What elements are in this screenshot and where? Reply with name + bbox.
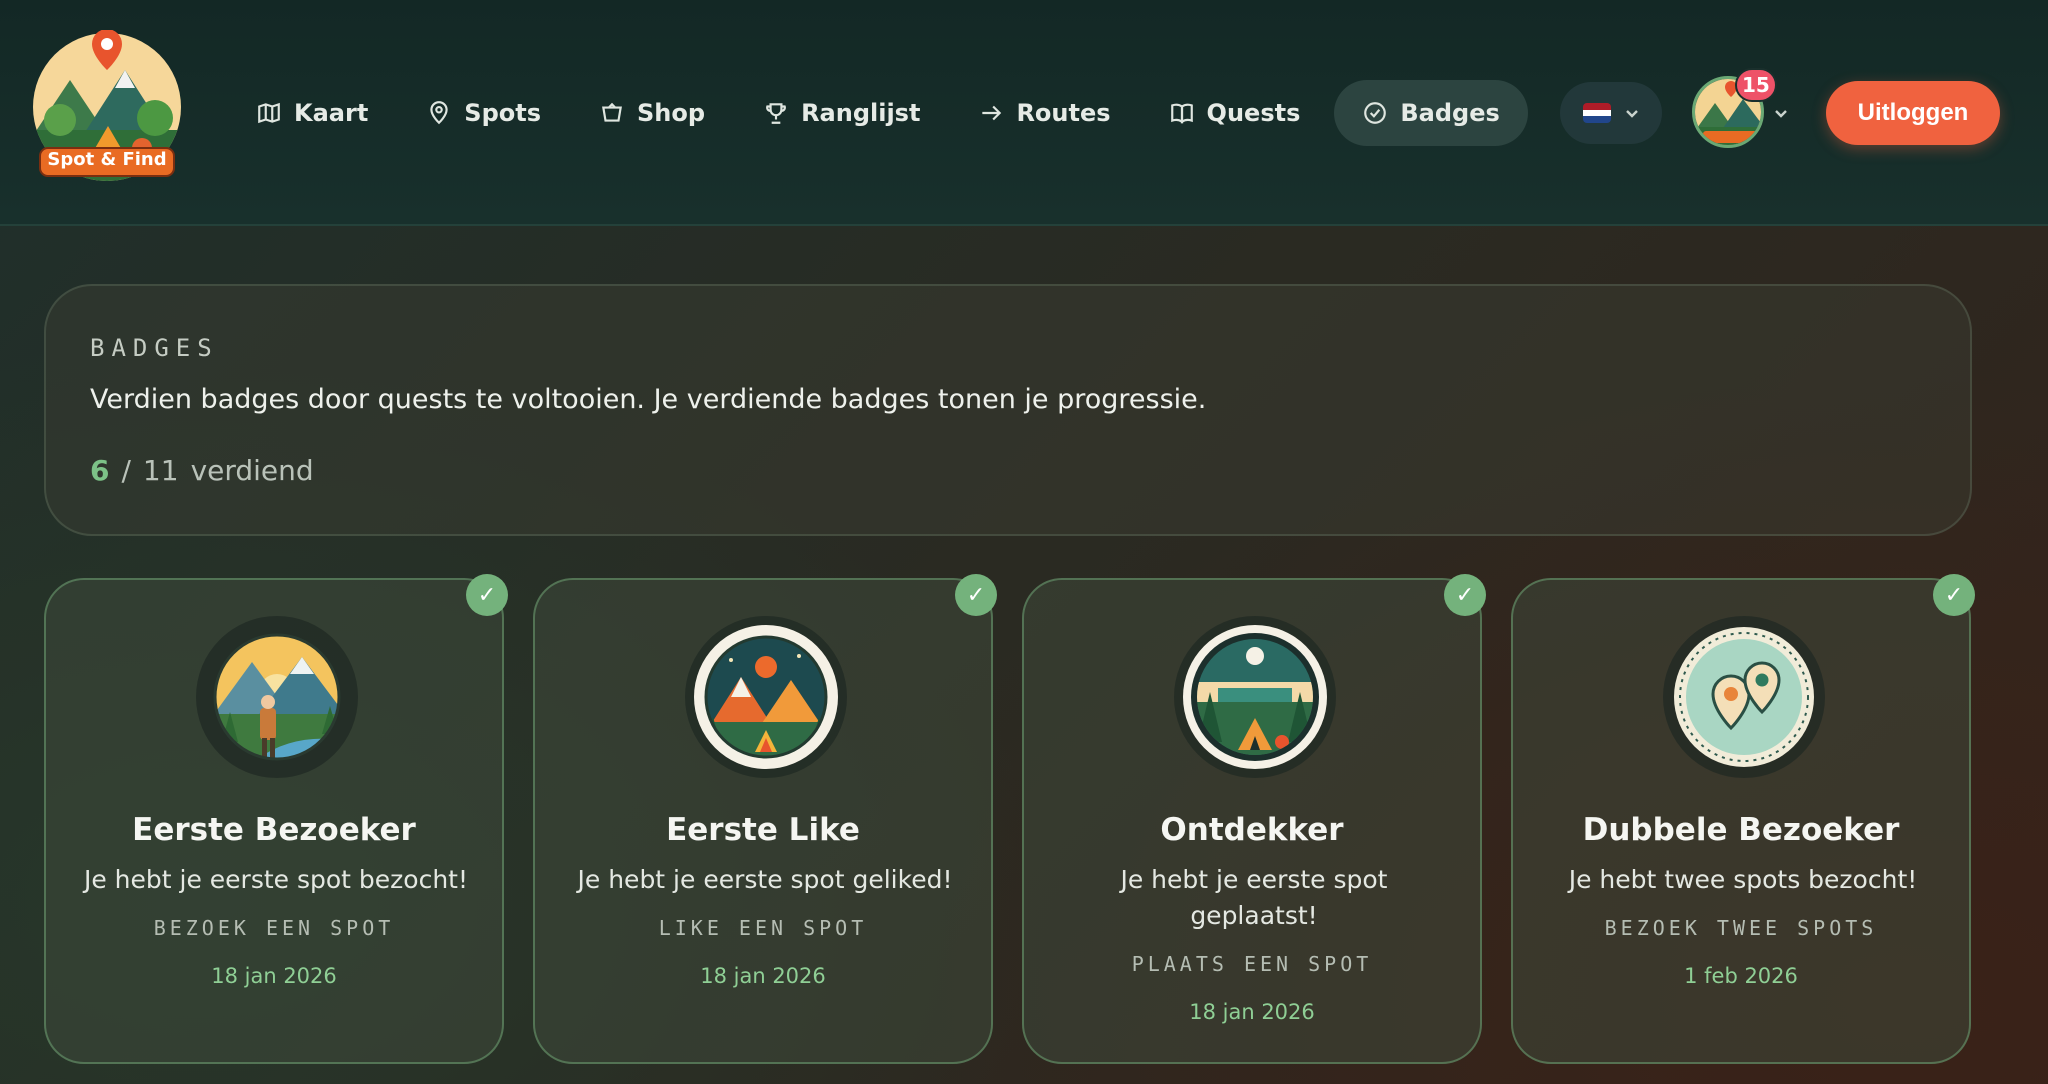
total-count: 11 xyxy=(142,454,179,487)
earned-count: 6 xyxy=(90,454,110,487)
badge-card-ontdekker[interactable]: ✓ Ontdekker Je hebt je eerste spot gepla… xyxy=(1022,574,1486,1064)
pin-icon xyxy=(430,101,448,125)
earned-check-icon: ✓ xyxy=(955,574,997,616)
badge-requirement: LIKE EEN SPOT xyxy=(658,916,868,940)
badge-requirement: PLAATS EEN SPOT xyxy=(1131,952,1373,976)
badge-tent-icon xyxy=(1174,616,1336,778)
badge-hiker-icon xyxy=(196,616,358,778)
chevron-down-icon xyxy=(1775,110,1787,118)
badge-card-eerste-like[interactable]: ✓ Eerste Like Je hebt je eerste spot gel… xyxy=(533,574,997,1064)
badge-title: Ontdekker xyxy=(1160,812,1344,848)
badges-intro-panel: BADGES Verdien badges door quests te vol… xyxy=(44,284,1972,536)
badge-description: Je hebt je eerste spot bezocht! xyxy=(83,865,469,894)
main-navigation: Kaart Spots Shop Ranglijst Routes Quests… xyxy=(232,80,1538,146)
user-menu[interactable]: 15 xyxy=(1692,68,1792,150)
nav-label: Badges xyxy=(1400,99,1500,127)
earned-counter: 6 / 11 verdiend xyxy=(90,454,314,487)
earned-check-icon: ✓ xyxy=(466,574,508,616)
count-separator: / xyxy=(121,454,131,487)
earned-check-icon: ✓ xyxy=(1444,574,1486,616)
badge-title: Dubbele Bezoeker xyxy=(1582,812,1900,848)
badge-description: Je hebt twee spots bezocht! xyxy=(1568,865,1918,894)
badge-title: Eerste Like xyxy=(666,812,860,848)
nav-item-quests[interactable]: Quests xyxy=(1145,80,1325,146)
nav-label: Quests xyxy=(1206,99,1301,127)
logo-text: Spot & Find xyxy=(47,149,167,170)
nav-label: Routes xyxy=(1016,99,1111,127)
nav-label: Shop xyxy=(637,99,706,127)
badge-date: 18 jan 2026 xyxy=(1189,1000,1315,1024)
badge-card-dubbele-bezoeker[interactable]: ✓ Dubbele Bezoeker Je hebt twee spots be… xyxy=(1511,574,1975,1064)
nav-item-badges[interactable]: Badges xyxy=(1334,80,1528,146)
nav-label: Kaart xyxy=(294,99,369,127)
badge-double-pin-icon xyxy=(1663,616,1825,778)
badge-date: 18 jan 2026 xyxy=(700,964,826,988)
badge-card-eerste-bezoeker[interactable]: ✓ Eerste Bezoeker Je hebt je eerste spot… xyxy=(44,574,508,1064)
nav-item-kaart[interactable]: Kaart xyxy=(232,80,392,146)
nav-item-ranglijst[interactable]: Ranglijst xyxy=(739,80,944,146)
page-title: BADGES xyxy=(90,334,219,362)
netherlands-flag-icon xyxy=(1583,103,1611,123)
badge-description: Je hebt je eerste spot geliked! xyxy=(577,865,953,894)
trophy-icon xyxy=(766,103,786,124)
check-circle-icon xyxy=(1364,102,1387,124)
logout-button[interactable]: Uitloggen xyxy=(1826,81,2000,145)
earned-check-icon: ✓ xyxy=(1933,574,1975,616)
badge-grid: ✓ Eerste Bezoeker Je hebt je eerste spot… xyxy=(44,574,1975,1064)
nav-item-spots[interactable]: Spots xyxy=(402,80,565,146)
language-selector[interactable] xyxy=(1560,82,1662,144)
top-nav-bar: Spot & Find Kaart Spots Shop Ranglijst R… xyxy=(0,0,2048,226)
map-icon xyxy=(258,102,280,124)
nav-label: Spots xyxy=(464,99,542,127)
notification-badge: 15 xyxy=(1735,68,1777,102)
nav-item-shop[interactable]: Shop xyxy=(575,80,729,146)
basket-icon xyxy=(602,102,622,122)
earned-suffix: verdiend xyxy=(190,454,314,487)
nav-item-routes[interactable]: Routes xyxy=(954,80,1134,146)
page-description: Verdien badges door quests te voltooien.… xyxy=(90,384,1207,415)
badge-description: Je hebt je eerste spot geplaatst! xyxy=(1120,865,1388,930)
nav-label: Ranglijst xyxy=(801,99,921,127)
badge-date: 18 jan 2026 xyxy=(211,964,337,988)
badge-campfire-icon xyxy=(685,616,847,778)
spot-and-find-logo[interactable]: Spot & Find xyxy=(30,29,184,184)
chevron-down-icon xyxy=(1626,110,1638,118)
badge-date: 1 feb 2026 xyxy=(1684,964,1798,988)
arrow-right-icon xyxy=(982,105,1002,121)
book-icon xyxy=(1170,103,1193,124)
badge-requirement: BEZOEK TWEE SPOTS xyxy=(1604,916,1878,940)
badge-requirement: BEZOEK EEN SPOT xyxy=(153,916,395,940)
badge-title: Eerste Bezoeker xyxy=(132,812,416,848)
